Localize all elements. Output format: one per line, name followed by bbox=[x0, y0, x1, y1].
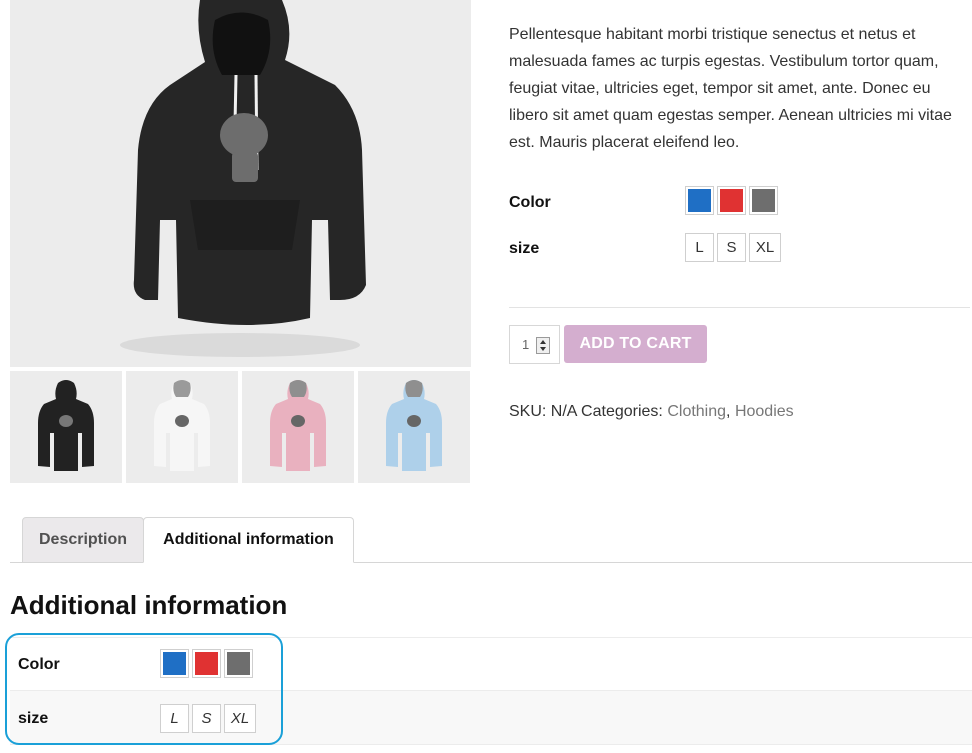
hoodie-blue-thumb-icon bbox=[358, 371, 470, 483]
size-buttons: L S XL bbox=[685, 233, 781, 262]
product-short-description: Pellentesque habitant morbi tristique se… bbox=[509, 26, 952, 151]
attribute-label-size: size bbox=[18, 710, 49, 727]
attr-swatch-red bbox=[192, 649, 221, 678]
product-thumbnails bbox=[10, 371, 471, 483]
swatch-gray[interactable] bbox=[749, 186, 778, 215]
sku-label: SKU: bbox=[509, 403, 547, 420]
swatch-red[interactable] bbox=[717, 186, 746, 215]
attribute-size-values: L S XL bbox=[160, 704, 256, 733]
quantity-stepper[interactable]: 1 bbox=[509, 325, 560, 364]
size-button-s[interactable]: S bbox=[717, 233, 746, 262]
variation-label-size: size bbox=[509, 240, 540, 257]
attribute-label-color: Color bbox=[18, 656, 60, 673]
category-link-hoodies[interactable]: Hoodies bbox=[735, 403, 794, 420]
sku-value: N/A bbox=[550, 403, 577, 420]
attr-swatch-gray bbox=[224, 649, 253, 678]
thumbnail-blue[interactable] bbox=[358, 371, 470, 483]
quantity-value: 1 bbox=[522, 337, 530, 352]
categories-label: Categories: bbox=[581, 403, 663, 420]
product-main-image[interactable] bbox=[10, 0, 471, 367]
attr-swatch-fill-blue bbox=[163, 652, 186, 675]
thumbnail-black[interactable] bbox=[10, 371, 122, 483]
thumbnail-white[interactable] bbox=[126, 371, 238, 483]
category-link-clothing[interactable]: Clothing bbox=[667, 403, 726, 420]
color-swatches bbox=[685, 186, 778, 215]
thumbnail-pink[interactable] bbox=[242, 371, 354, 483]
attr-size-xl: XL bbox=[224, 704, 256, 733]
swatch-fill-gray bbox=[752, 189, 775, 212]
swatch-blue[interactable] bbox=[685, 186, 714, 215]
attr-swatch-fill-red bbox=[195, 652, 218, 675]
product-meta: SKU: N/A Categories: Clothing, Hoodies bbox=[509, 403, 794, 421]
size-button-l[interactable]: L bbox=[685, 233, 714, 262]
hoodie-white-thumb-icon bbox=[126, 371, 238, 483]
attr-swatch-fill-gray bbox=[227, 652, 250, 675]
summary-divider bbox=[509, 307, 970, 308]
tab-additional-information[interactable]: Additional information bbox=[143, 517, 354, 563]
attribute-row-size: size L S XL bbox=[10, 690, 972, 745]
attribute-color-swatches bbox=[160, 649, 253, 678]
attr-swatch-blue bbox=[160, 649, 189, 678]
attribute-row-color: Color bbox=[10, 637, 972, 690]
attr-size-s: S bbox=[192, 704, 221, 733]
add-to-cart-button[interactable]: ADD TO CART bbox=[564, 325, 707, 363]
variation-label-color: Color bbox=[509, 194, 551, 211]
tab-description[interactable]: Description bbox=[22, 517, 144, 563]
section-title: Additional information bbox=[10, 590, 288, 620]
swatch-fill-red bbox=[720, 189, 743, 212]
quantity-spinner-icon[interactable] bbox=[536, 337, 550, 354]
category-separator: , bbox=[726, 403, 731, 420]
hoodie-pink-thumb-icon bbox=[242, 371, 354, 483]
hoodie-black-thumb-icon bbox=[10, 371, 122, 483]
size-button-xl[interactable]: XL bbox=[749, 233, 781, 262]
hoodie-black-image bbox=[10, 0, 471, 367]
attr-size-l: L bbox=[160, 704, 189, 733]
swatch-fill-blue bbox=[688, 189, 711, 212]
